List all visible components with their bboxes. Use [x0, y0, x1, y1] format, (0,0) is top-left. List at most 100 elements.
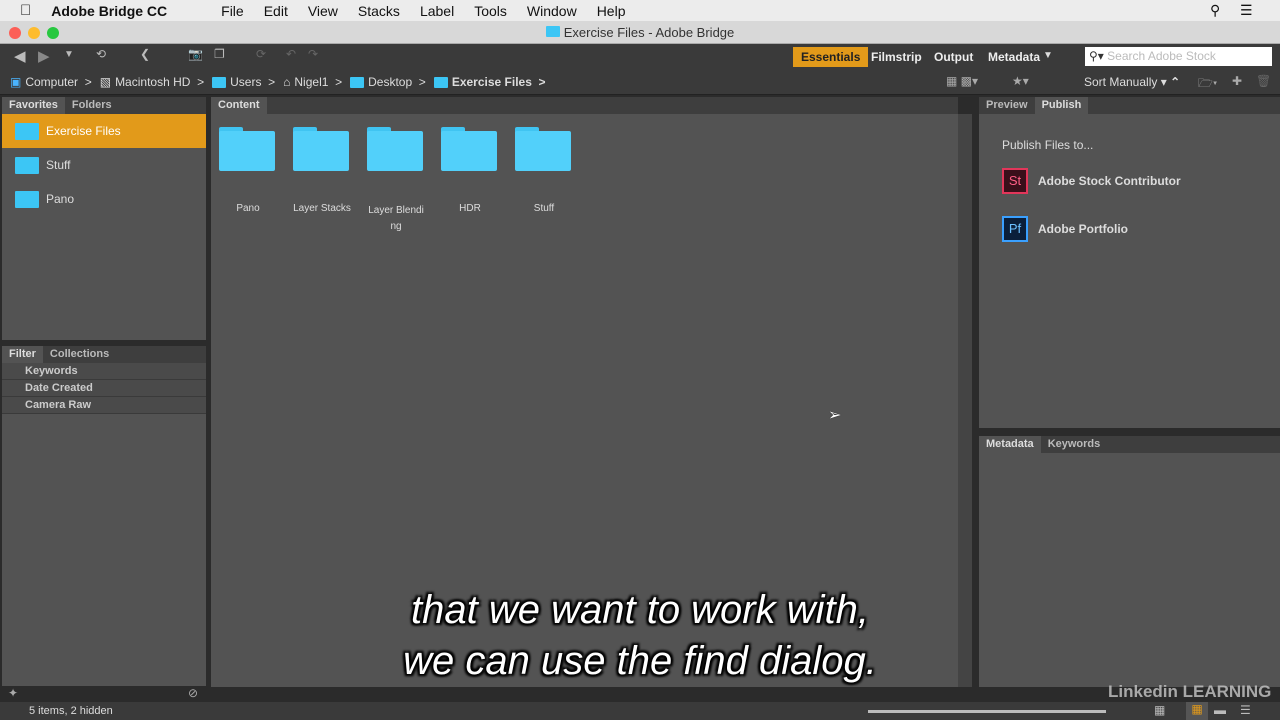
trash-icon[interactable]: 🗑 [1256, 74, 1271, 88]
menu-edit[interactable]: Edit [264, 3, 288, 19]
tab-metadata[interactable]: Metadata [979, 436, 1041, 453]
favorite-item[interactable]: Exercise Files [2, 114, 206, 148]
folder-icon [15, 122, 39, 140]
menu-label[interactable]: Label [420, 3, 454, 19]
folder-icon [433, 76, 448, 88]
path-bar: ▣ Computer > ▧ Macintosh HD > Users > ⌂ Nig… [0, 70, 1280, 95]
tab-publish[interactable]: Publish [1034, 97, 1089, 114]
rotate-right-icon[interactable]: ↷ [308, 47, 318, 61]
zoom-button[interactable] [47, 27, 59, 39]
close-button[interactable] [9, 27, 21, 39]
refine-icon[interactable]: ❐ [214, 47, 225, 61]
folder-icon [212, 76, 227, 88]
folder-thumbnail[interactable]: Layer Stacks [285, 127, 359, 214]
apple-icon[interactable]:  [20, 2, 31, 19]
boomerang-icon[interactable]: ❮ [140, 47, 150, 61]
drive-icon: ▧ [99, 75, 112, 89]
folder-icon [367, 127, 425, 171]
grid-view-icon[interactable]: ▦ [1154, 703, 1165, 717]
folder-thumbnail[interactable]: HDR [433, 127, 507, 214]
minimize-button[interactable] [28, 27, 40, 39]
tab-filter[interactable]: Filter [2, 346, 43, 363]
tab-collections[interactable]: Collections [43, 346, 116, 363]
thumbnail-size-slider[interactable] [868, 710, 1106, 713]
tab-content[interactable]: Content [211, 97, 267, 114]
toolbar: ◀ ▶ ▼ ⟲ ❮ 📷 ❐ ⟳ ↶ ↷ Essentials Filmstrip… [0, 44, 1280, 70]
menu-bar:  Adobe Bridge CC File Edit View Stacks … [0, 0, 1280, 21]
folder-icon [350, 76, 365, 88]
workspace-filmstrip[interactable]: Filmstrip [863, 47, 930, 67]
menu-stacks[interactable]: Stacks [358, 3, 400, 19]
portfolio-icon: Pf [1002, 216, 1028, 242]
folder-icon [219, 127, 277, 171]
folder-thumbnail[interactable]: Pano [211, 127, 285, 214]
menu-tools[interactable]: Tools [474, 3, 507, 19]
menu-help[interactable]: Help [597, 3, 626, 19]
path-nigel1[interactable]: ⌂ Nigel1 > [283, 75, 342, 89]
workspace-essentials[interactable]: Essentials [793, 47, 869, 67]
details-view-icon[interactable]: ▬ [1214, 703, 1226, 717]
folder-thumbnail[interactable]: Stuff [507, 127, 581, 214]
forward-icon[interactable]: ▶ [38, 47, 50, 65]
status-bar: 5 items, 2 hidden ▦ ▦ ▬ ☰ [0, 702, 1280, 720]
filter-keywords[interactable]: Keywords [2, 363, 206, 380]
tab-folders[interactable]: Folders [65, 97, 119, 114]
folder-thumbnail[interactable]: Layer Blendi ng [359, 127, 433, 235]
search-stock-input[interactable]: ⚲▾ Search Adobe Stock [1085, 47, 1272, 66]
stock-icon: St [1002, 168, 1028, 194]
menu-window[interactable]: Window [527, 3, 577, 19]
folder-icon [293, 127, 351, 171]
folder-icon [15, 190, 39, 208]
title-bar: Exercise Files - Adobe Bridge [0, 21, 1280, 44]
back-icon[interactable]: ◀ [14, 47, 26, 65]
favorite-item[interactable]: Pano [2, 182, 206, 216]
clear-filter-icon[interactable]: ⊘ [188, 686, 198, 700]
publish-stock-contributor[interactable]: St Adobe Stock Contributor [1002, 168, 1280, 194]
window-title: Exercise Files - Adobe Bridge [563, 25, 735, 40]
rating-filter-icon[interactable]: ★▾ [1012, 74, 1029, 88]
rotate-left-icon[interactable]: ↶ [286, 47, 296, 61]
subtitle-caption: that we want to work with, we can use th… [403, 588, 877, 683]
app-name[interactable]: Adobe Bridge CC [51, 3, 167, 19]
recent-dropdown-icon[interactable]: ▼ [64, 49, 74, 60]
filter-camera-raw[interactable]: Camera Raw [2, 397, 206, 414]
favorites-panel: Favorites Folders Exercise Files Stuff Pa… [2, 97, 206, 340]
publish-heading: Publish Files to... [1002, 138, 1094, 152]
list-icon[interactable]: ☰ [1240, 2, 1253, 19]
thumbnail-view-icon[interactable]: ▦ [1186, 702, 1208, 720]
search-icon: ⚲▾ [1089, 49, 1104, 63]
workspace-output[interactable]: Output [926, 47, 981, 67]
menu-file[interactable]: File [221, 3, 244, 19]
workspace-dropdown-icon[interactable]: ▼ [1043, 50, 1053, 61]
spotlight-icon[interactable]: ⚲ [1210, 2, 1220, 19]
pin-icon[interactable]: ✦ [8, 686, 18, 700]
tab-keywords[interactable]: Keywords [1041, 436, 1108, 453]
mouse-cursor-icon: ➢ [828, 407, 842, 424]
menu-view[interactable]: View [308, 3, 338, 19]
folder-icon [515, 127, 573, 171]
sort-dropdown[interactable]: Sort Manually ▾ ⌃ [1084, 75, 1180, 89]
reveal-icon[interactable]: ⟲ [96, 47, 106, 61]
path-macintosh-hd[interactable]: ▧ Macintosh HD > [100, 75, 204, 89]
list-view-icon[interactable]: ☰ [1240, 703, 1251, 717]
open-recent-icon[interactable]: 🗁▾ [1198, 74, 1217, 95]
status-text: 5 items, 2 hidden [29, 705, 113, 717]
view-options-icon[interactable]: ▦ ▩▾ [946, 74, 978, 88]
new-folder-icon[interactable]: ✚ [1232, 74, 1242, 88]
favorite-item[interactable]: Stuff [2, 148, 206, 182]
camera-icon[interactable]: 📷 [188, 47, 203, 61]
tab-favorites[interactable]: Favorites [2, 97, 65, 114]
folder-icon [441, 127, 499, 171]
publish-panel: Preview Publish Publish Files to... St Ado… [979, 97, 1280, 428]
publish-portfolio[interactable]: Pf Adobe Portfolio [1002, 216, 1280, 242]
workspace-metadata[interactable]: Metadata [980, 47, 1048, 67]
filter-date-created[interactable]: Date Created [2, 380, 206, 397]
path-users[interactable]: Users > [212, 75, 275, 89]
home-icon: ⌂ [283, 75, 291, 89]
path-exercise-files[interactable]: Exercise Files > [433, 75, 546, 89]
sync-icon[interactable]: ⟳ [256, 47, 266, 61]
folder-icon [15, 156, 39, 174]
tab-preview[interactable]: Preview [979, 97, 1035, 114]
path-computer[interactable]: ▣ Computer > [10, 75, 92, 89]
path-desktop[interactable]: Desktop > [350, 75, 426, 89]
